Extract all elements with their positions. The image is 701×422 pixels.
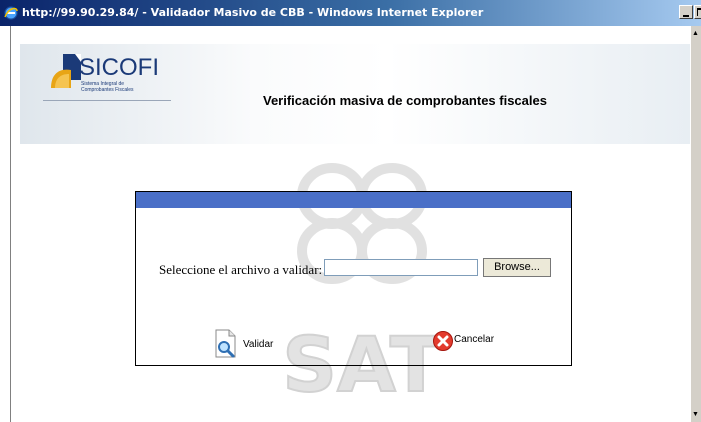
maximize-button[interactable]	[694, 5, 701, 19]
file-select-label: Seleccione el archivo a validar:	[159, 262, 323, 277]
window-titlebar[interactable]: http://99.90.29.84/ - Validador Masivo d…	[0, 0, 701, 26]
minimize-button[interactable]	[679, 5, 693, 19]
cancel-icon	[433, 331, 453, 351]
logo-underline	[43, 100, 171, 101]
document-search-icon	[215, 329, 236, 358]
validate-label: Validar	[243, 339, 274, 350]
scroll-down-icon[interactable]: ▼	[692, 411, 699, 418]
sicofi-logo: SICOFI Sistema Integral de Comprobantes …	[43, 48, 171, 106]
validation-panel: Seleccione el archivo a validar: Browse.…	[135, 191, 572, 366]
cancel-label: Cancelar	[454, 334, 495, 345]
minimize-icon	[683, 15, 689, 17]
brand-tagline-2: Comprobantes Fiscales	[81, 87, 134, 93]
panel-header-bar	[136, 192, 571, 208]
brand-name: SICOFI	[79, 54, 160, 81]
page-content: SICOFI Sistema Integral de Comprobantes …	[12, 26, 691, 422]
scroll-up-icon[interactable]: ▲	[692, 30, 699, 37]
page-title: Verificación masiva de comprobantes fisc…	[263, 93, 547, 108]
vertical-scrollbar[interactable]: ▲ ▼	[691, 26, 701, 422]
window-title: http://99.90.29.84/ - Validador Masivo d…	[22, 6, 484, 19]
browse-button[interactable]: Browse...	[483, 258, 551, 277]
window-frame-left	[0, 26, 11, 422]
file-path-input[interactable]	[324, 259, 478, 276]
maximize-icon-side	[697, 8, 698, 16]
internet-explorer-icon	[4, 6, 18, 20]
